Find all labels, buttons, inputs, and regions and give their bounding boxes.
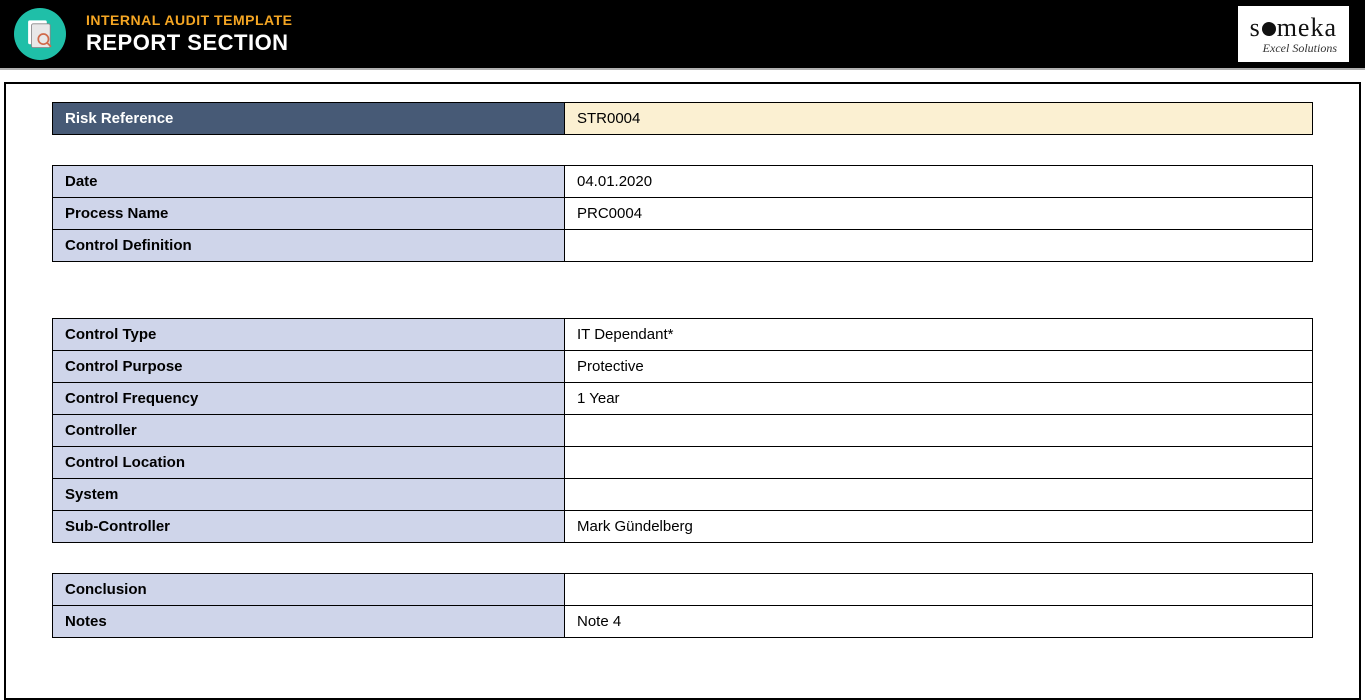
table-row: Date 04.01.2020 xyxy=(53,166,1313,198)
control-definition-value[interactable] xyxy=(565,230,1313,262)
controller-value[interactable] xyxy=(565,415,1313,447)
conclusion-label: Conclusion xyxy=(53,574,565,606)
system-value[interactable] xyxy=(565,479,1313,511)
control-frequency-value[interactable]: 1 Year xyxy=(565,383,1313,415)
brand-text-left: s xyxy=(1250,13,1261,42)
table-row: Process Name PRC0004 xyxy=(53,198,1313,230)
header-bar: INTERNAL AUDIT TEMPLATE REPORT SECTION s… xyxy=(0,0,1365,70)
summary-table: Conclusion Notes Note 4 xyxy=(52,573,1313,638)
conclusion-value[interactable] xyxy=(565,574,1313,606)
brand-name: smeka xyxy=(1250,13,1337,43)
table-row: Control Definition xyxy=(53,230,1313,262)
date-label: Date xyxy=(53,166,565,198)
table-row: Control Frequency 1 Year xyxy=(53,383,1313,415)
header-titles: INTERNAL AUDIT TEMPLATE REPORT SECTION xyxy=(86,12,292,56)
table-row: Control Type IT Dependant* xyxy=(53,319,1313,351)
table-row: Control Purpose Protective xyxy=(53,351,1313,383)
notes-label: Notes xyxy=(53,606,565,638)
brand-logo: smeka Excel Solutions xyxy=(1238,6,1349,62)
date-value[interactable]: 04.01.2020 xyxy=(565,166,1313,198)
table-row: Risk Reference STR0004 xyxy=(53,103,1313,135)
system-label: System xyxy=(53,479,565,511)
table-row: Controller xyxy=(53,415,1313,447)
control-type-value[interactable]: IT Dependant* xyxy=(565,319,1313,351)
risk-reference-label: Risk Reference xyxy=(53,103,565,135)
app-icon xyxy=(14,8,66,60)
report-sheet: Risk Reference STR0004 Date 04.01.2020 P… xyxy=(4,82,1361,700)
table-row: Conclusion xyxy=(53,574,1313,606)
sub-controller-label: Sub-Controller xyxy=(53,511,565,543)
control-frequency-label: Control Frequency xyxy=(53,383,565,415)
general-info-table: Date 04.01.2020 Process Name PRC0004 Con… xyxy=(52,165,1313,262)
brand-tagline: Excel Solutions xyxy=(1263,41,1337,56)
header-title: REPORT SECTION xyxy=(86,30,292,56)
control-type-label: Control Type xyxy=(53,319,565,351)
control-location-value[interactable] xyxy=(565,447,1313,479)
table-row: Control Location xyxy=(53,447,1313,479)
controller-label: Controller xyxy=(53,415,565,447)
control-definition-label: Control Definition xyxy=(53,230,565,262)
control-details-table: Control Type IT Dependant* Control Purpo… xyxy=(52,318,1313,543)
brand-text-right: meka xyxy=(1277,13,1337,42)
notes-value[interactable]: Note 4 xyxy=(565,606,1313,638)
header-subtitle: INTERNAL AUDIT TEMPLATE xyxy=(86,12,292,28)
risk-reference-value[interactable]: STR0004 xyxy=(565,103,1313,135)
sub-controller-value[interactable]: Mark Gündelberg xyxy=(565,511,1313,543)
table-row: Notes Note 4 xyxy=(53,606,1313,638)
control-purpose-value[interactable]: Protective xyxy=(565,351,1313,383)
risk-reference-table: Risk Reference STR0004 xyxy=(52,102,1313,135)
control-location-label: Control Location xyxy=(53,447,565,479)
process-name-value[interactable]: PRC0004 xyxy=(565,198,1313,230)
process-name-label: Process Name xyxy=(53,198,565,230)
control-purpose-label: Control Purpose xyxy=(53,351,565,383)
table-row: Sub-Controller Mark Gündelberg xyxy=(53,511,1313,543)
table-row: System xyxy=(53,479,1313,511)
